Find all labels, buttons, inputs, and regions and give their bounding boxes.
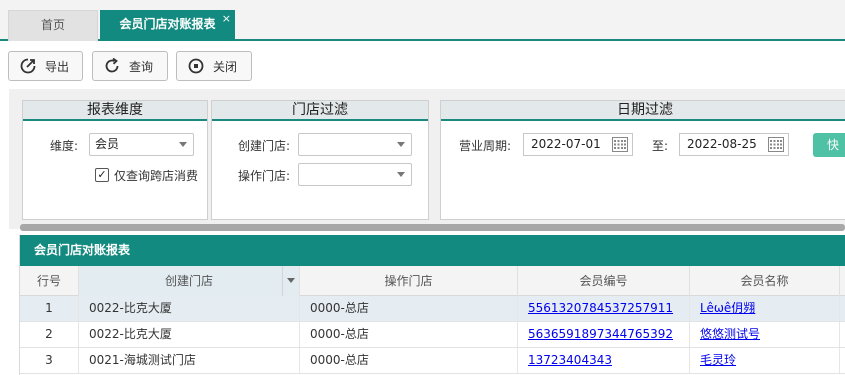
col-header-member-name[interactable]: 会员名称 xyxy=(690,266,840,296)
col-header-row-number[interactable]: 行号 xyxy=(20,266,79,296)
date-filter-panel: 日期过滤 营业周期: 2022-07-01 至: 2022-08-25 快捷 xyxy=(440,100,845,220)
col-header-overflow xyxy=(840,266,845,296)
member-name-link[interactable]: Lêωê仴翙 xyxy=(700,301,755,315)
grid-title: 会员门店对账报表 xyxy=(20,235,845,266)
cell-row-number: 2 xyxy=(20,322,79,347)
grid-header: 行号 创建门店 操作门店 会员编号 会员名称 xyxy=(20,266,845,296)
period-label: 营业周期: xyxy=(459,139,512,153)
member-name-link[interactable]: 悠悠测试号 xyxy=(700,327,760,341)
date-filter-title: 日期过滤 xyxy=(441,101,845,121)
column-menu-icon[interactable] xyxy=(282,266,299,296)
chevron-down-icon xyxy=(397,172,405,177)
col-header-operate-store[interactable]: 操作门店 xyxy=(300,266,518,296)
member-no-link[interactable]: 13723404343 xyxy=(528,353,612,367)
calendar-icon[interactable] xyxy=(612,137,628,152)
export-label: 导出 xyxy=(45,59,70,74)
operate-store-select[interactable] xyxy=(298,163,412,186)
query-label: 查询 xyxy=(129,59,154,74)
dimension-value: 会员 xyxy=(95,137,120,151)
cell-create-store: 0022-比克大厦 xyxy=(79,296,300,321)
table-row[interactable]: 3 0021-海城测试门店 0000-总店 13723404343 毛灵玲 xyxy=(20,348,845,374)
close-button[interactable]: 关闭 xyxy=(176,51,252,81)
cross-store-checkbox[interactable]: ✓ xyxy=(95,168,109,182)
refresh-icon xyxy=(103,57,121,75)
chevron-down-icon xyxy=(179,142,187,147)
export-button[interactable]: 导出 xyxy=(8,51,83,81)
cell-create-store: 0021-海城测试门店 xyxy=(79,348,300,373)
member-no-link[interactable]: 5561320784537257911 xyxy=(528,301,673,315)
member-name-link[interactable]: 毛灵玲 xyxy=(700,353,736,367)
create-store-select[interactable] xyxy=(298,133,412,156)
tab-label: 会员门店对账报表 xyxy=(119,17,216,31)
query-button[interactable]: 查询 xyxy=(92,51,168,81)
store-filter-panel: 门店过滤 创建门店: 操作门店: xyxy=(211,100,429,220)
operate-store-label: 操作门店: xyxy=(238,169,291,183)
cell-member-name: 毛灵玲 xyxy=(690,348,840,373)
cross-store-checkbox-label: 仅查询跨店消费 xyxy=(114,169,199,183)
member-no-link[interactable]: 5636591897344765392 xyxy=(528,327,673,341)
report-grid: 会员门店对账报表 行号 创建门店 操作门店 会员编号 会员名称 1 0022-比… xyxy=(19,235,845,375)
dimension-panel-title: 报表维度 xyxy=(23,101,207,121)
dimension-label: 维度: xyxy=(50,139,79,153)
dimension-select[interactable]: 会员 xyxy=(89,133,194,156)
tab-bar: 首页 会员门店对账报表 × xyxy=(0,0,845,41)
cell-create-store: 0022-比克大厦 xyxy=(79,322,300,347)
end-date-value: 2022-08-25 xyxy=(687,137,757,151)
start-date-value: 2022-07-01 xyxy=(531,137,601,151)
table-row[interactable]: 2 0022-比克大厦 0000-总店 5636591897344765392 … xyxy=(20,322,845,348)
close-icon[interactable]: × xyxy=(222,4,231,33)
export-icon xyxy=(19,57,37,75)
cell-member-no: 5561320784537257911 xyxy=(518,296,690,321)
tab-home[interactable]: 首页 xyxy=(8,10,98,41)
table-row[interactable]: 1 0022-比克大厦 0000-总店 5561320784537257911 … xyxy=(20,296,845,322)
create-store-label: 创建门店: xyxy=(238,139,291,153)
cell-row-number: 3 xyxy=(20,348,79,373)
cell-member-name: Lêωê仴翙 xyxy=(690,296,840,321)
chevron-down-icon xyxy=(397,142,405,147)
cell-operate-store: 0000-总店 xyxy=(300,296,518,321)
cell-member-name: 悠悠测试号 xyxy=(690,322,840,347)
cell-operate-store: 0000-总店 xyxy=(300,322,518,347)
quick-button[interactable]: 快捷 xyxy=(813,133,845,176)
col-header-create-store-label: 创建门店 xyxy=(164,274,213,288)
col-header-member-no[interactable]: 会员编号 xyxy=(518,266,690,296)
col-header-create-store[interactable]: 创建门店 xyxy=(79,266,300,296)
close-label: 关闭 xyxy=(213,59,238,74)
scrollbar-thumb[interactable] xyxy=(20,224,845,231)
start-date-input[interactable]: 2022-07-01 xyxy=(523,133,633,156)
cell-member-no: 13723404343 xyxy=(518,348,690,373)
stop-circle-icon xyxy=(187,57,205,75)
filter-area: 报表维度 维度: 会员 ✓ 仅查询跨店消费 门店过滤 创建门店: 操作门店: 日… xyxy=(9,89,845,229)
calendar-icon[interactable] xyxy=(768,137,784,152)
dimension-panel: 报表维度 维度: 会员 ✓ 仅查询跨店消费 xyxy=(22,100,208,220)
horizontal-scrollbar[interactable] xyxy=(20,224,845,231)
store-filter-title: 门店过滤 xyxy=(212,101,428,121)
cell-row-number: 1 xyxy=(20,296,79,321)
tab-member-store-report[interactable]: 会员门店对账报表 × xyxy=(100,10,235,41)
to-label: 至: xyxy=(652,139,669,153)
cell-member-no: 5636591897344765392 xyxy=(518,322,690,347)
cell-operate-store: 0000-总店 xyxy=(300,348,518,373)
toolbar: 导出 查询 关闭 xyxy=(0,43,845,89)
end-date-input[interactable]: 2022-08-25 xyxy=(679,133,789,156)
